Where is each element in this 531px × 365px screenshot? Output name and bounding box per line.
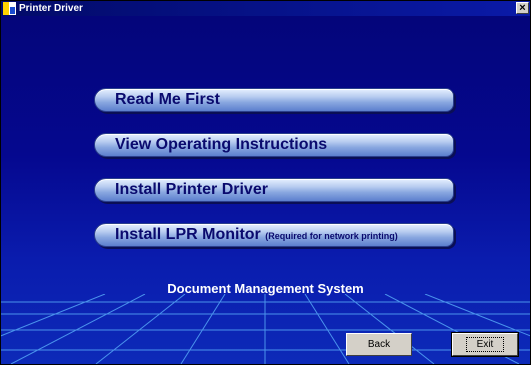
view-operating-instructions-button[interactable]: View Operating Instructions bbox=[94, 133, 454, 157]
perspective-grid-decoration bbox=[1, 294, 530, 364]
exit-button[interactable]: Exit bbox=[451, 332, 519, 357]
title-bar: Printer Driver × bbox=[1, 1, 530, 16]
read-me-first-button[interactable]: Read Me First bbox=[94, 88, 454, 112]
install-lpr-monitor-label: Install LPR Monitor bbox=[115, 226, 261, 243]
close-icon: × bbox=[519, 2, 526, 14]
main-panel: Read Me First View Operating Instruction… bbox=[1, 16, 530, 364]
printer-driver-window: Printer Driver × Read Me First View Oper… bbox=[0, 0, 531, 365]
printer-app-icon bbox=[3, 2, 16, 15]
install-lpr-monitor-button[interactable]: Install LPR Monitor (Required for networ… bbox=[94, 223, 454, 247]
install-lpr-monitor-note: (Required for network printing) bbox=[265, 231, 398, 241]
footer-title: Document Management System bbox=[167, 281, 364, 296]
exit-button-label: Exit bbox=[465, 337, 505, 352]
back-button-label: Back bbox=[367, 339, 391, 350]
read-me-first-label: Read Me First bbox=[115, 91, 220, 108]
install-printer-driver-button[interactable]: Install Printer Driver bbox=[94, 178, 454, 202]
back-button[interactable]: Back bbox=[346, 333, 412, 356]
window-title: Printer Driver bbox=[19, 3, 83, 14]
view-operating-instructions-label: View Operating Instructions bbox=[115, 136, 328, 153]
close-button[interactable]: × bbox=[516, 2, 529, 14]
install-printer-driver-label: Install Printer Driver bbox=[115, 181, 268, 198]
